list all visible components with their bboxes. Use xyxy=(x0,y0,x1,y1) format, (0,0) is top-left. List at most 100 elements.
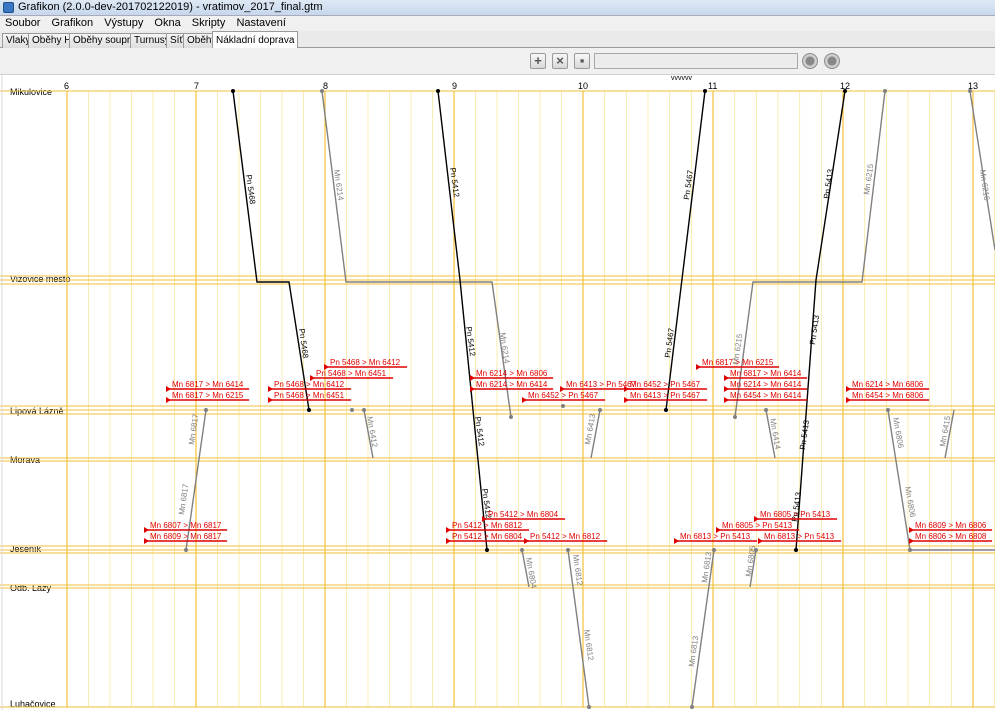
train-labels: Pn 5468 Pn 5468 Mn 6214 Mn 6214 Pn 5412 … xyxy=(177,163,991,668)
freight-label[interactable]: Mn 6805 > Pn 5413 xyxy=(722,521,793,530)
freight-label[interactable]: Pn 5412 > Mn 6804 xyxy=(452,532,523,541)
menu-vystupy[interactable]: Výstupy xyxy=(101,16,146,31)
app-icon xyxy=(3,2,14,13)
freight-label[interactable]: Mn 6809 > Mn 6806 xyxy=(915,521,987,530)
freight-label[interactable]: Pn 5468 > Mn 6412 xyxy=(274,380,345,389)
freight-arrow-icon xyxy=(268,397,273,403)
hour-label: 11 xyxy=(708,81,717,91)
menu-okna[interactable]: Okna xyxy=(151,16,183,31)
freight-label[interactable]: Mn 6452 > Pn 5467 xyxy=(528,391,599,400)
freight-arrow-icon xyxy=(446,538,451,544)
freight-arrow-icon xyxy=(758,538,763,544)
graph-canvas[interactable]: Mikulovice Vizovice město Lipová Lázně M… xyxy=(0,74,995,710)
freight-label[interactable]: Mn 6413 > Pn 5467 xyxy=(630,391,701,400)
freight-label[interactable]: Mn 6214 > Mn 6806 xyxy=(476,369,548,378)
freight-arrow-icon xyxy=(268,386,273,392)
freight-label[interactable]: Mn 6214 > Mn 6414 xyxy=(476,380,548,389)
grid-lines xyxy=(0,75,995,710)
freight-label[interactable]: Mn 6813 > Pn 5413 xyxy=(764,532,835,541)
hour-labels: 6 7 8 9 10 11 12 13 vvvvvv xyxy=(64,75,978,91)
train-line-pn-5412[interactable] xyxy=(437,90,488,551)
freight-label[interactable]: Mn 6817 > Mn 6215 xyxy=(172,391,244,400)
freight-label[interactable]: Mn 6452 > Pn 5467 xyxy=(630,380,701,389)
freight-label[interactable]: Mn 6806 > Mn 6808 xyxy=(915,532,987,541)
freight-label[interactable]: Mn 6813 > Pn 5413 xyxy=(680,532,751,541)
hour-label: 9 xyxy=(452,81,457,91)
circle-button-left[interactable] xyxy=(802,53,818,69)
dot xyxy=(587,705,591,709)
train-label: Pn 5413 xyxy=(808,314,821,345)
freight-label[interactable]: Pn 5412 > Mn 6812 xyxy=(452,521,523,530)
circle-button-right[interactable] xyxy=(824,53,840,69)
freight-label[interactable]: Pn 5412 > Mn 6804 xyxy=(488,510,559,519)
freight-arrow-icon xyxy=(144,538,149,544)
freight-arrow-icon xyxy=(724,375,729,381)
freight-label[interactable]: Mn 6214 > Mn 6806 xyxy=(852,380,924,389)
freight-arrow-icon xyxy=(724,386,729,392)
dot xyxy=(485,548,489,552)
freight-label[interactable]: Pn 5468 > Mn 6451 xyxy=(316,369,387,378)
menu-grafikon[interactable]: Grafikon xyxy=(49,16,97,31)
cross-icon[interactable]: × xyxy=(552,53,568,69)
freight-arrow-icon xyxy=(446,527,451,533)
menu-skripty[interactable]: Skripty xyxy=(189,16,229,31)
tab-nakladni-doprava[interactable]: Nákladní doprava xyxy=(212,31,299,49)
freight-text-field[interactable] xyxy=(594,53,798,69)
menu-soubor[interactable]: Soubor xyxy=(2,16,43,31)
dot xyxy=(690,705,694,709)
dot xyxy=(794,548,798,552)
freight-label[interactable]: Pn 5468 > Mn 6451 xyxy=(274,391,345,400)
menu-nastaveni[interactable]: Nastavení xyxy=(233,16,289,31)
dot xyxy=(908,548,912,552)
freight-label[interactable]: Mn 6807 > Mn 6817 xyxy=(150,521,222,530)
freight-label[interactable]: Pn 5468 > Mn 6412 xyxy=(330,358,401,367)
train-line-pn-5413[interactable] xyxy=(795,90,846,551)
dot xyxy=(883,89,887,93)
freight-arrow-icon xyxy=(909,538,914,544)
train-line-pn-5468[interactable] xyxy=(232,90,310,411)
document-icon[interactable]: ▪ xyxy=(574,53,590,69)
train-line-pn-5467[interactable] xyxy=(665,90,706,411)
train-label: Mn 6812 xyxy=(582,629,595,662)
dot xyxy=(204,408,208,412)
freight-label[interactable]: Mn 6214 > Mn 6414 xyxy=(730,380,802,389)
train-label: Pn 5413 xyxy=(822,168,835,199)
dot xyxy=(886,408,890,412)
window-title: Grafikon (2.0.0-dev-201702122019) - vrat… xyxy=(18,1,323,13)
dot xyxy=(566,548,570,552)
freight-label[interactable]: Mn 6454 > Mn 6806 xyxy=(852,391,924,400)
dot xyxy=(733,415,737,419)
freight-label[interactable]: Mn 6817 > Mn 6414 xyxy=(730,369,802,378)
train-label: Mn 6412 xyxy=(365,416,379,449)
dot xyxy=(764,408,768,412)
freight-label[interactable]: Mn 6817 > Mn 6215 xyxy=(702,358,774,367)
train-label: Mn 6817 xyxy=(177,483,190,516)
freight-label[interactable]: Mn 6805 > Pn 5413 xyxy=(760,510,831,519)
plus-icon[interactable]: + xyxy=(530,53,546,69)
hour-label: 8 xyxy=(323,81,328,91)
freight-arrow-icon xyxy=(846,397,851,403)
timetable-graph: 6 7 8 9 10 11 12 13 vvvvvv Pn 5468 Pn 54… xyxy=(0,75,995,710)
dot xyxy=(509,415,513,419)
dot xyxy=(968,89,972,93)
freight-label[interactable]: Mn 6817 > Mn 6414 xyxy=(172,380,244,389)
freight-label[interactable]: Mn 6809 > Mn 6817 xyxy=(150,532,222,541)
dot xyxy=(520,548,524,552)
freight-arrow-icon xyxy=(470,375,475,381)
freight-label[interactable]: Mn 6454 > Mn 6414 xyxy=(730,391,802,400)
freight-label[interactable]: Pn 5412 > Mn 6812 xyxy=(530,532,601,541)
freight-arrow-icon xyxy=(166,397,171,403)
freight-arrow-icon xyxy=(909,527,914,533)
hour-label: 6 xyxy=(64,81,69,91)
train-label: Mn 6812 xyxy=(571,554,584,587)
freight-arrow-icon xyxy=(470,386,475,392)
hour-label: 10 xyxy=(578,81,588,91)
dot xyxy=(561,404,565,408)
time-marker: vvvvvv xyxy=(671,75,693,82)
dot xyxy=(307,408,311,412)
dot xyxy=(436,89,440,93)
train-label: Mn 6806 xyxy=(903,486,917,519)
dot xyxy=(350,408,354,412)
dot xyxy=(843,89,847,93)
train-label: Mn 6817 xyxy=(187,413,200,446)
